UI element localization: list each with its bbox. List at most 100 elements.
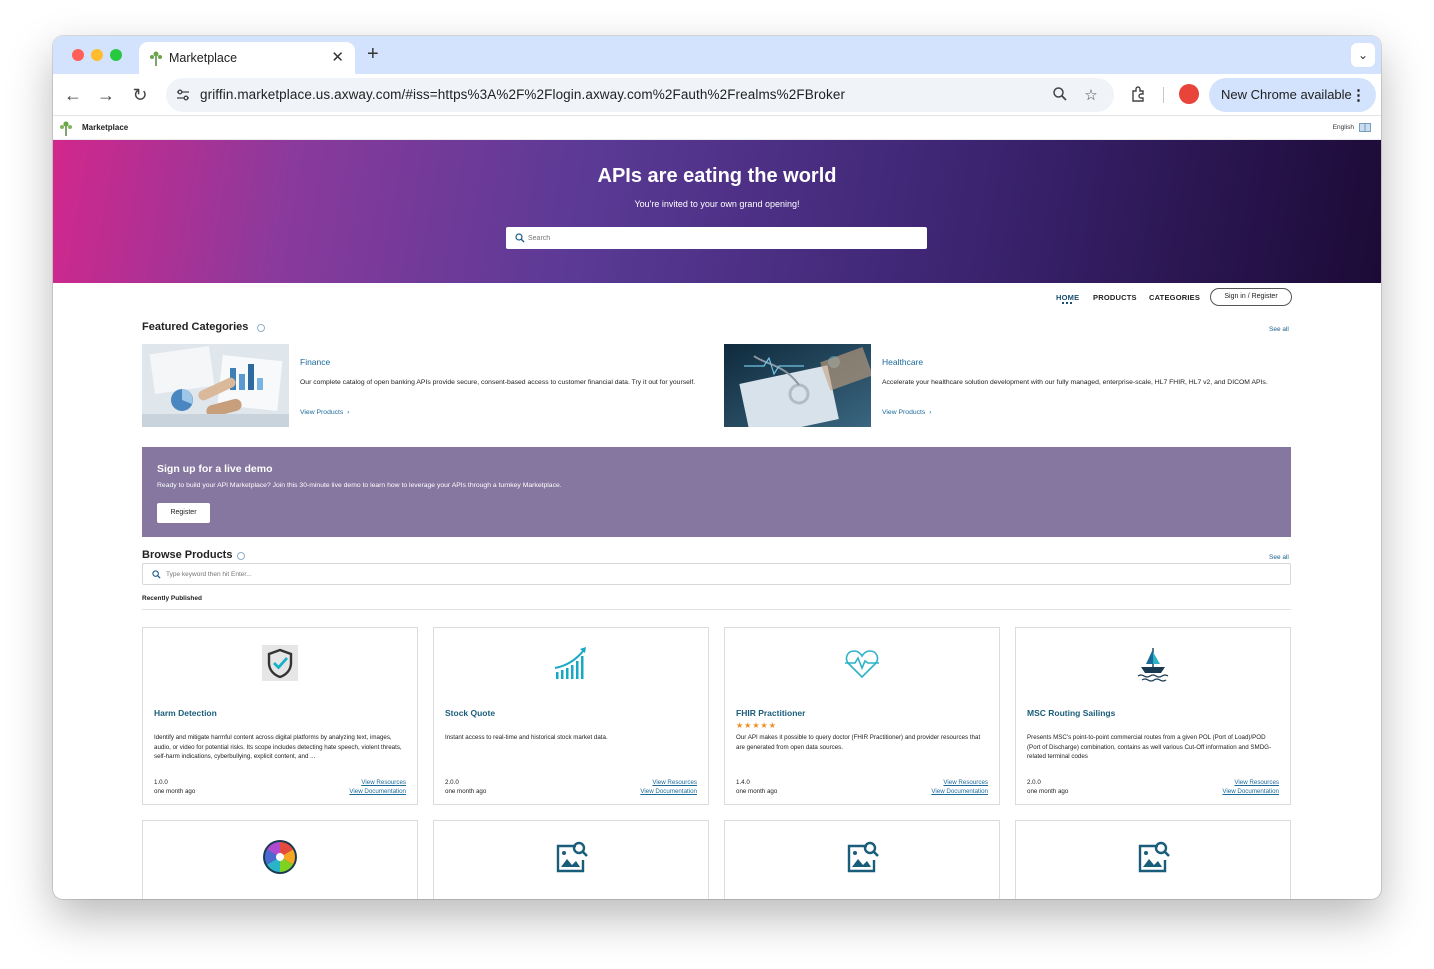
view-documentation-link[interactable]: View Documentation (640, 788, 697, 795)
browser-window: Marketplace ✕ + ⌄ ← → ↻ griffin.marketpl… (53, 36, 1381, 899)
product-description: Presents MSC's point-to-point commercial… (1027, 734, 1272, 760)
app-name: Marketplace (82, 123, 129, 132)
product-card[interactable] (433, 820, 709, 899)
browser-tab[interactable]: Marketplace ✕ (139, 42, 355, 74)
finance-image (142, 344, 289, 427)
hero-title: APIs are eating the world (597, 165, 837, 187)
nav-categories[interactable]: CATEGORIES (1149, 293, 1200, 302)
product-updated: one month ago (736, 788, 778, 795)
chrome-update-label: New Chrome available (1221, 87, 1352, 102)
product-updated: one month ago (445, 788, 487, 795)
hero-search-input[interactable] (528, 231, 908, 245)
back-arrow-icon[interactable]: ← (61, 83, 85, 107)
view-resources-link[interactable]: View Resources (652, 779, 697, 786)
product-version: 1.0.0 (154, 779, 168, 786)
view-resources-link[interactable]: View Resources (361, 779, 406, 786)
view-resources-link[interactable]: View Resources (1234, 779, 1279, 786)
minimize-window-button[interactable] (91, 49, 103, 61)
new-tab-button[interactable]: + (367, 43, 379, 66)
nav-products[interactable]: PRODUCTS (1093, 293, 1137, 302)
more-menu-icon[interactable]: ⋮ (1351, 86, 1366, 104)
bookmark-star-icon[interactable]: ☆ (1082, 86, 1100, 104)
healthcare-image (724, 344, 871, 427)
marketplace-favicon-icon (150, 51, 162, 66)
healthcare-title[interactable]: Healthcare (882, 357, 923, 367)
toolbar-separator (1163, 87, 1164, 103)
featured-see-all-link[interactable]: See all (1269, 326, 1289, 333)
product-description: Instant access to real-time and historic… (445, 734, 608, 741)
ship-icon (1137, 648, 1169, 682)
product-card[interactable] (142, 820, 418, 899)
product-card[interactable] (724, 820, 1000, 899)
browse-products-title: Browse Products (142, 549, 233, 561)
view-resources-link[interactable]: View Resources (943, 779, 988, 786)
zoom-icon[interactable] (1051, 86, 1069, 104)
site-settings-icon[interactable] (175, 87, 191, 103)
info-icon[interactable] (257, 324, 265, 332)
view-documentation-link[interactable]: View Documentation (349, 788, 406, 795)
demo-text: Ready to build your API Marketplace? Joi… (157, 482, 562, 489)
healthcare-description: Accelerate your healthcare solution deve… (882, 379, 1268, 386)
tab-close-icon[interactable]: ✕ (331, 48, 344, 66)
finance-title[interactable]: Finance (300, 357, 330, 367)
healthcare-view-products-link[interactable]: View Products › (882, 409, 931, 416)
live-demo-banner: Sign up for a live demo Ready to build y… (142, 447, 1291, 537)
product-version: 2.0.0 (1027, 779, 1041, 786)
browser-toolbar: ← → ↻ griffin.marketplace.us.axway.com/#… (53, 74, 1381, 116)
image-search-icon (847, 841, 879, 873)
browse-see-all-link[interactable]: See all (1269, 554, 1289, 561)
nav-home[interactable]: HOME (1056, 293, 1079, 302)
marketplace-logo-icon (60, 121, 72, 136)
product-search-input[interactable] (166, 568, 1066, 581)
view-documentation-link[interactable]: View Documentation (1222, 788, 1279, 795)
product-title[interactable]: Stock Quote (445, 708, 495, 718)
chevron-right-icon: › (345, 409, 350, 416)
product-title[interactable]: MSC Routing Sailings (1027, 708, 1115, 718)
tab-search-chevron-icon[interactable]: ⌄ (1351, 43, 1375, 67)
chrome-update-button[interactable]: New Chrome available ⋮ (1209, 78, 1376, 112)
address-bar[interactable]: griffin.marketplace.us.axway.com/#iss=ht… (166, 78, 1114, 112)
shield-check-icon (262, 645, 298, 681)
image-search-icon (1138, 841, 1170, 873)
profile-avatar[interactable] (1179, 84, 1199, 104)
rating-stars: ★★★★★ (736, 721, 777, 730)
product-card[interactable]: Stock Quote Instant access to real-time … (433, 627, 709, 805)
forward-arrow-icon[interactable]: → (94, 83, 118, 107)
sign-in-button[interactable]: Sign in / Register (1210, 288, 1292, 306)
image-search-icon (556, 841, 588, 873)
divider (142, 609, 1291, 610)
url-text: griffin.marketplace.us.axway.com/#iss=ht… (200, 87, 846, 102)
product-description: Our API makes it possible to query docto… (736, 734, 981, 751)
finance-view-products-link[interactable]: View Products › (300, 409, 349, 416)
product-version: 2.0.0 (445, 779, 459, 786)
active-indicator (1062, 302, 1072, 304)
product-card[interactable] (1015, 820, 1291, 899)
tab-strip: Marketplace ✕ + ⌄ (53, 36, 1381, 74)
finance-description: Our complete catalog of open banking API… (300, 379, 696, 386)
product-updated: one month ago (154, 788, 196, 795)
hero-search-box[interactable] (506, 227, 927, 249)
product-search-box[interactable] (142, 563, 1291, 585)
product-title[interactable]: FHIR Practitioner (736, 708, 805, 718)
info-icon[interactable] (237, 552, 245, 560)
book-icon[interactable] (1359, 123, 1371, 132)
product-card[interactable]: MSC Routing Sailings Presents MSC's poin… (1015, 627, 1291, 805)
view-documentation-link[interactable]: View Documentation (931, 788, 988, 795)
product-updated: one month ago (1027, 788, 1069, 795)
language-selector[interactable]: English (1333, 124, 1354, 131)
maximize-window-button[interactable] (110, 49, 122, 61)
extensions-puzzle-icon[interactable] (1129, 84, 1149, 104)
product-card[interactable]: Harm Detection Identify and mitigate har… (142, 627, 418, 805)
search-icon (515, 233, 525, 243)
reload-icon[interactable]: ↻ (128, 83, 152, 107)
featured-categories-title: Featured Categories (142, 321, 249, 333)
chevron-right-icon: › (927, 409, 932, 416)
close-window-button[interactable] (72, 49, 84, 61)
product-card[interactable]: FHIR Practitioner ★★★★★ Our API makes it… (724, 627, 1000, 805)
product-title[interactable]: Harm Detection (154, 708, 217, 718)
hero-banner: APIs are eating the world You're invited… (53, 140, 1381, 283)
register-button[interactable]: Register (157, 503, 210, 523)
tab-title: Marketplace (169, 51, 238, 65)
chart-growth-icon (554, 647, 586, 679)
heartbeat-icon (845, 650, 879, 679)
